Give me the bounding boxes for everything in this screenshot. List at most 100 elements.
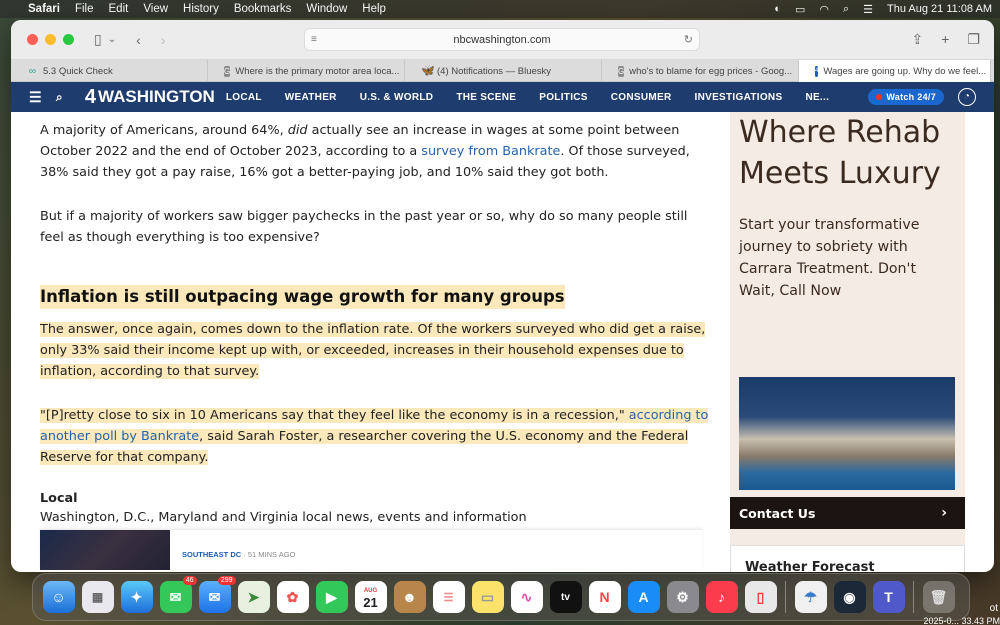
local-section-description: Washington, D.C., Maryland and Virginia … — [40, 510, 527, 525]
tab-quick-check[interactable]: ∞ 5.3 Quick Check — [11, 60, 208, 82]
forward-button[interactable]: › — [161, 32, 166, 48]
spotlight-search-icon[interactable]: ⌕ — [843, 3, 849, 16]
chevron-down-icon[interactable]: ⌄ — [108, 34, 116, 45]
logo-number: 4 — [84, 85, 97, 108]
nbc4-icon: 4 — [815, 65, 819, 77]
menu-file[interactable]: File — [75, 3, 94, 15]
focus-icon[interactable]: ◐ — [774, 3, 781, 15]
share-icon[interactable]: ⇪ — [912, 31, 924, 48]
accessibility-app-icon[interactable]: ☂ — [794, 581, 827, 613]
address-bar[interactable]: ≡ nbcwashington.com ↻ — [304, 28, 700, 51]
nav-consumer[interactable]: CONSUMER — [611, 92, 672, 103]
trash-icon[interactable]: 🗑 — [922, 581, 955, 613]
photos-icon[interactable]: ✿ — [276, 581, 309, 613]
iphone-mirroring-icon[interactable]: ▯ — [744, 581, 777, 613]
news-icon[interactable]: N — [588, 581, 621, 613]
battery-icon[interactable]: ▭ — [795, 3, 805, 16]
teams-icon[interactable]: T — [872, 581, 905, 613]
reminders-icon[interactable]: ☰ — [432, 581, 465, 613]
mail-icon[interactable]: ✉ 299 — [198, 576, 236, 613]
news-card-thumbnail[interactable] — [40, 530, 170, 570]
account-icon[interactable]: ◔ — [958, 88, 976, 106]
fullscreen-window-button[interactable] — [63, 34, 74, 45]
tab-wages-active[interactable]: 4 Wages are going up. Why do we feel... — [799, 60, 991, 82]
minimize-window-button[interactable] — [45, 34, 56, 45]
nav-investigations[interactable]: INVESTIGATIONS — [695, 92, 783, 103]
menu-help[interactable]: Help — [362, 3, 386, 15]
new-tab-icon[interactable]: + — [941, 31, 949, 48]
live-dot-icon — [876, 94, 883, 100]
logo-text: WASHINGTON — [98, 87, 215, 106]
paragraph-3: The answer, once again, comes down to th… — [40, 322, 706, 379]
dock: ☺ ▦ ✦ ✉ 46 ✉ 299 ➤ ✿ ▶ AUG 21 ☻ ☰ ▭ ∿ tv N … — [32, 573, 970, 621]
messages-icon[interactable]: ✉ 46 — [159, 576, 197, 613]
ad-headline: Where Rehab Meets Luxury — [739, 115, 941, 191]
tab-overview-icon[interactable]: ❐ — [967, 31, 980, 48]
maps-icon[interactable]: ➤ — [237, 581, 270, 613]
local-section-title[interactable]: Local — [40, 491, 710, 506]
menu-window[interactable]: Window — [306, 3, 347, 15]
google-icon: G — [224, 65, 231, 77]
control-center-icon[interactable]: ☰ — [863, 3, 873, 16]
calendar-icon[interactable]: AUG 21 — [354, 581, 387, 613]
music-icon[interactable]: ♪ — [705, 581, 738, 613]
ad-photo[interactable] — [739, 377, 955, 490]
wifi-icon[interactable]: ◠ — [819, 3, 829, 16]
contact-us-button[interactable]: Contact Us › — [730, 497, 965, 529]
tab-motor-area[interactable]: G Where is the primary motor area loca..… — [208, 60, 405, 82]
hamburger-menu-icon[interactable]: ☰ — [29, 89, 42, 106]
back-button[interactable]: ‹ — [136, 32, 141, 48]
menu-app-name[interactable]: Safari — [28, 3, 60, 15]
nav-news-truncated[interactable]: NE... — [805, 92, 829, 103]
nav-politics[interactable]: POLITICS — [539, 92, 588, 103]
weather-forecast-widget[interactable]: Weather Forecast — [730, 545, 965, 572]
nbc-washington-logo[interactable]: 4 WASHINGTON — [85, 86, 215, 109]
nav-the-scene[interactable]: THE SCENE — [456, 92, 516, 103]
infinity-icon: ∞ — [28, 65, 37, 77]
paragraph-2: But if a majority of workers saw bigger … — [40, 209, 688, 245]
article-body: A majority of Americans, around 64%, did… — [40, 120, 710, 525]
nav-local[interactable]: LOCAL — [226, 92, 262, 103]
news-card-meta: SOUTHEAST DC · 51 MINS AGO — [182, 550, 296, 559]
google-icon: G — [618, 65, 625, 77]
watch-live-button[interactable]: Watch 24/7 — [868, 89, 944, 105]
finder-icon[interactable]: ☺ — [42, 581, 75, 613]
tab-label: Where is the primary motor area loca... — [235, 65, 400, 77]
bankrate-survey-link[interactable]: survey from Bankrate — [421, 144, 560, 159]
page-settings-icon[interactable]: ≡ — [311, 34, 317, 45]
section-heading: Inflation is still outpacing wage growth… — [40, 285, 565, 309]
tab-label: who's to blame for egg prices - Goog... — [629, 65, 793, 77]
ad-body: Start your transformative journey to sob… — [739, 217, 920, 299]
menu-edit[interactable]: Edit — [109, 3, 129, 15]
launchpad-icon[interactable]: ▦ — [81, 581, 114, 613]
app-store-icon[interactable]: A — [627, 581, 660, 613]
facetime-icon[interactable]: ▶ — [315, 581, 348, 613]
notes-icon[interactable]: ▭ — [471, 581, 504, 613]
safari-icon[interactable]: ✦ — [120, 581, 153, 613]
desktop-file-label[interactable]: ot — [990, 603, 998, 614]
system-settings-icon[interactable]: ⚙ — [666, 581, 699, 613]
apple-tv-icon[interactable]: tv — [549, 581, 582, 613]
site-nav: ☰ ⌕ 4 WASHINGTON LOCAL WEATHER U.S. & WO… — [11, 82, 994, 112]
menu-history[interactable]: History — [183, 3, 219, 15]
sidebar-toggle-icon[interactable]: ▯ — [94, 31, 102, 48]
menu-bookmarks[interactable]: Bookmarks — [234, 3, 292, 15]
freeform-icon[interactable]: ∿ — [510, 581, 543, 613]
nav-weather[interactable]: WEATHER — [285, 92, 337, 103]
contacts-icon[interactable]: ☻ — [393, 581, 426, 613]
tab-bluesky[interactable]: 🦋 (4) Notifications — Bluesky — [405, 60, 602, 82]
paragraph-4: "[P]retty close to six in 10 Americans s… — [40, 408, 709, 465]
contact-us-label: Contact Us — [739, 505, 816, 521]
news-card[interactable]: SOUTHEAST DC · 51 MINS AGO — [40, 529, 702, 570]
advertisement[interactable]: Where Rehab Meets Luxury Start your tran… — [730, 112, 965, 549]
menu-view[interactable]: View — [143, 3, 168, 15]
steam-icon[interactable]: ◉ — [833, 581, 866, 613]
tab-label: 5.3 Quick Check — [43, 65, 113, 77]
search-icon[interactable]: ⌕ — [56, 90, 63, 105]
nav-us-world[interactable]: U.S. & WORLD — [360, 92, 434, 103]
tab-egg-prices[interactable]: G who's to blame for egg prices - Goog..… — [602, 60, 799, 82]
menu-clock[interactable]: Thu Aug 21 11:08 AM — [887, 3, 992, 15]
reload-icon[interactable]: ↻ — [684, 33, 693, 46]
close-window-button[interactable] — [27, 34, 38, 45]
tab-label: Wages are going up. Why do we feel... — [823, 65, 987, 77]
